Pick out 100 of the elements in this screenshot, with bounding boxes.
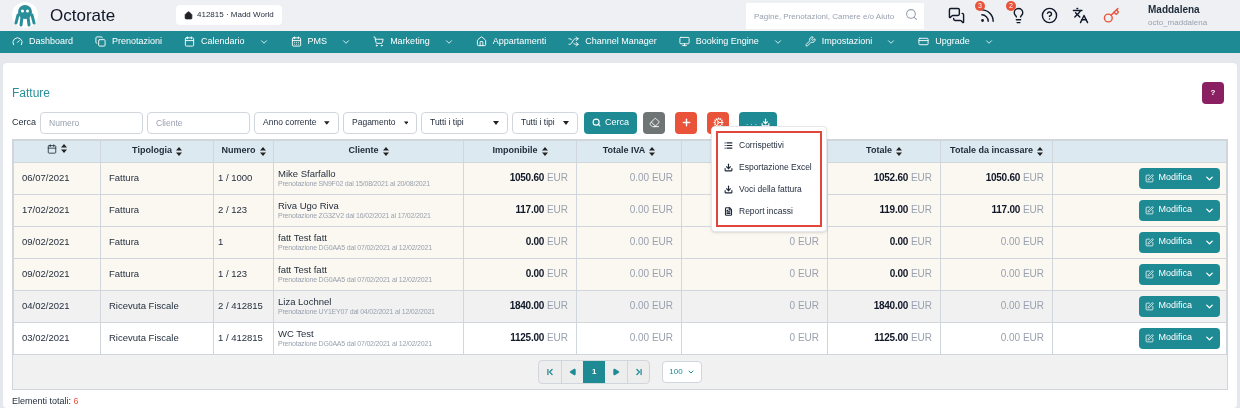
- caret-icon: [493, 120, 499, 125]
- sort-icon: [175, 146, 182, 156]
- nav-item[interactable]: Booking Engine: [678, 34, 783, 49]
- help-button[interactable]: ?: [1202, 81, 1224, 104]
- monitor-icon: [678, 36, 690, 48]
- search-label: Cerca: [12, 115, 36, 129]
- edit-icon: [1145, 269, 1155, 279]
- amount-text: 119.00 EUR: [879, 204, 932, 216]
- nav-item[interactable]: Prenotazioni: [95, 34, 163, 49]
- edit-button[interactable]: Modifica: [1139, 231, 1220, 253]
- nav-item[interactable]: Impostazioni: [804, 34, 897, 49]
- edit-button[interactable]: Modifica: [1139, 295, 1220, 317]
- key-icon[interactable]: [1103, 6, 1120, 24]
- amount-text: 0.00 EUR: [525, 236, 568, 248]
- credit-card-icon: [918, 36, 930, 48]
- wrench-icon: [804, 36, 816, 48]
- filter-select[interactable]: Tutti i tipi: [421, 111, 508, 134]
- sort-icon: [1036, 146, 1043, 156]
- type-cell: Fattura: [109, 203, 140, 215]
- chat-icon[interactable]: [948, 6, 965, 24]
- amount-text: 0.00 EUR: [629, 268, 673, 280]
- amount-text: 1125.00 EUR: [510, 332, 568, 344]
- amount-text: 0.00 EUR: [629, 300, 673, 312]
- sort-icon: [382, 146, 389, 156]
- sort-icon: [649, 146, 656, 156]
- menu-item[interactable]: Corrispettivi: [718, 134, 820, 157]
- number-cell: 1: [218, 235, 224, 247]
- search-icon: [905, 7, 918, 21]
- shuffle-icon: [568, 36, 580, 48]
- help-icon[interactable]: [1041, 6, 1058, 24]
- amount-text: 1840.00 EUR: [873, 300, 932, 312]
- date-cell: 09/02/2021: [22, 267, 70, 279]
- file-icon: [724, 207, 733, 216]
- edit-button[interactable]: Modifica: [1139, 199, 1220, 221]
- amount-text: 1050.60 EUR: [509, 172, 568, 184]
- amount-text: 0.00 EUR: [1000, 300, 1044, 312]
- menu-item[interactable]: Esportazione Excel: [718, 156, 820, 179]
- calendar-icon: [290, 36, 302, 48]
- client-name: Mike Sfarfallo: [278, 167, 337, 180]
- download-icon: [724, 185, 733, 194]
- amount-text: 0.00 EUR: [629, 236, 673, 248]
- previous-icon: [568, 367, 577, 376]
- eraser-button[interactable]: [643, 111, 666, 134]
- home-icon: [475, 36, 487, 48]
- translate-icon[interactable]: [1072, 6, 1089, 24]
- date-cell: 06/07/2021: [22, 171, 70, 183]
- list-icon: [724, 141, 733, 150]
- search-field[interactable]: Pagine, Prenotazioni, Camere e/o Aiuto: [746, 3, 924, 30]
- amount-text: 117.00 EUR: [515, 204, 568, 216]
- page-title: Fatture: [12, 84, 50, 102]
- next-icon: [612, 367, 621, 376]
- calendar-icon: [184, 36, 196, 48]
- amount-text: 0.00 EUR: [1000, 236, 1044, 248]
- number-cell: 2 / 412815: [218, 299, 263, 311]
- edit-button[interactable]: Modifica: [1139, 263, 1220, 285]
- download-icon: [724, 163, 733, 172]
- caret-icon: [563, 120, 569, 125]
- number-cell: 1 / 123: [218, 267, 248, 279]
- nav-item[interactable]: Calendario: [184, 34, 269, 49]
- amount-text: 0.00 EUR: [889, 268, 932, 280]
- caret-icon: [403, 120, 408, 125]
- nav-item[interactable]: PMS: [290, 34, 352, 49]
- page-button[interactable]: 1: [583, 360, 606, 383]
- edit-icon: [1145, 333, 1155, 343]
- nav-item[interactable]: Upgrade: [918, 34, 994, 49]
- filter-input[interactable]: Numero: [40, 111, 143, 134]
- type-cell: Fattura: [109, 267, 140, 279]
- amount-text: 0 EUR: [789, 332, 819, 344]
- type-cell: Fattura: [109, 171, 140, 183]
- page-size-select[interactable]: 100: [662, 360, 702, 383]
- brand-name: Octorate: [50, 4, 117, 27]
- property-chip[interactable]: 412815 · Madd World: [176, 5, 282, 26]
- amount-text: 0.00 EUR: [629, 204, 673, 216]
- column-header[interactable]: Totale: [866, 144, 892, 158]
- user-handle: octo_maddalena: [1148, 16, 1209, 29]
- menu-item[interactable]: Voci della fattura: [718, 178, 820, 201]
- client-name: Liza Lochnel: [278, 295, 333, 308]
- nav-item[interactable]: Marketing: [373, 34, 454, 49]
- nav-item[interactable]: Dashboard: [12, 34, 74, 49]
- nav-item[interactable]: Appartamenti: [475, 34, 547, 49]
- amount-text: 0 EUR: [789, 236, 819, 248]
- user-name: Maddalena: [1148, 2, 1201, 17]
- client-name: fatt Test fatt: [278, 231, 328, 244]
- amount-text: 1052.60 EUR: [873, 172, 932, 184]
- number-cell: 1 / 1000: [218, 171, 253, 183]
- nav-item[interactable]: Channel Manager: [568, 34, 657, 49]
- edit-button[interactable]: Modifica: [1139, 167, 1220, 189]
- search-button[interactable]: Cerca: [584, 111, 638, 134]
- filter-select[interactable]: Pagamento: [343, 111, 417, 134]
- sort-icon: [895, 146, 902, 156]
- eraser-icon: [648, 117, 660, 128]
- edit-icon: [1145, 237, 1155, 247]
- rss-icon[interactable]: [979, 6, 996, 24]
- column-header[interactable]: Cliente: [348, 144, 379, 158]
- filter-select[interactable]: Anno corrente: [254, 111, 339, 134]
- filter-input[interactable]: Cliente: [147, 111, 250, 134]
- filter-select[interactable]: Tutti i tipi: [512, 111, 578, 134]
- add-button[interactable]: [675, 111, 698, 134]
- edit-button[interactable]: Modifica: [1139, 327, 1220, 349]
- home-icon: [184, 10, 193, 20]
